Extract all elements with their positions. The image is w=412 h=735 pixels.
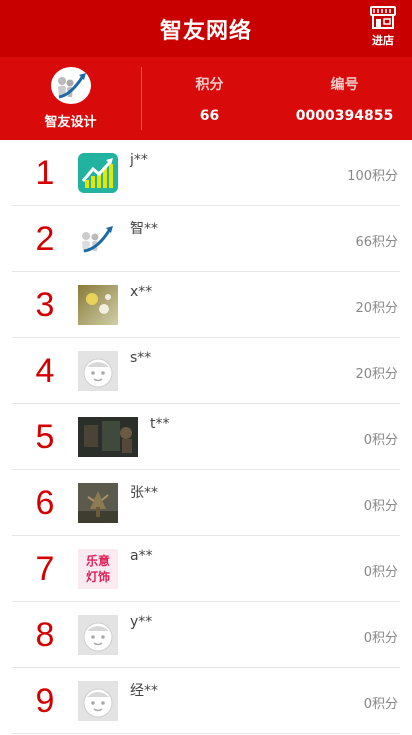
id-label: 编号 bbox=[330, 76, 359, 93]
user-name: y** bbox=[130, 614, 153, 630]
user-points: 66积分 bbox=[355, 235, 398, 250]
default-avatar bbox=[78, 614, 118, 655]
points-stat: 积分 66 bbox=[142, 57, 277, 140]
user-name: a** bbox=[130, 548, 153, 564]
default-avatar bbox=[78, 350, 118, 391]
user-points: 0积分 bbox=[363, 631, 398, 646]
list-item[interactable]: 5 t** 0积分 bbox=[12, 404, 400, 470]
rank-number: 7 bbox=[35, 549, 55, 588]
user-name: 张** bbox=[130, 485, 158, 501]
points-value: 66 bbox=[199, 107, 220, 124]
user-points: 20积分 bbox=[355, 301, 398, 316]
user-name: x** bbox=[130, 284, 153, 300]
user-name: s** bbox=[130, 350, 152, 366]
user-points: 20积分 bbox=[355, 367, 398, 382]
points-label: 积分 bbox=[195, 76, 224, 93]
rank-number: 5 bbox=[35, 417, 55, 456]
list-item[interactable]: 2 智** 66积分 bbox=[12, 206, 400, 272]
flower-photo bbox=[78, 284, 118, 325]
shop-logo: 乐意灯饰 bbox=[78, 548, 118, 589]
app-header: 智友网络 进店 bbox=[0, 0, 412, 57]
user-name: j** bbox=[130, 152, 148, 168]
enter-shop-label: 进店 bbox=[372, 34, 394, 47]
page-title: 智友网络 bbox=[159, 18, 252, 44]
user-points: 100积分 bbox=[347, 169, 398, 184]
list-item[interactable]: 1 j** 100积分 bbox=[12, 140, 400, 206]
rank-number: 4 bbox=[35, 351, 55, 390]
id-stat: 编号 0000394855 bbox=[277, 57, 412, 140]
storefront-icon bbox=[370, 6, 396, 29]
user-points: 0积分 bbox=[363, 433, 398, 448]
shop-logo-text: 乐意灯饰 bbox=[85, 553, 110, 584]
user-points: 0积分 bbox=[363, 565, 398, 580]
user-points: 0积分 bbox=[363, 499, 398, 514]
enter-shop-button[interactable]: 进店 bbox=[366, 6, 400, 52]
list-item[interactable]: 4 s** 20积分 bbox=[12, 338, 400, 404]
user-points: 0积分 bbox=[363, 697, 398, 712]
rank-number: 6 bbox=[35, 483, 55, 522]
list-item[interactable]: 7 乐意灯饰 a** 0积分 bbox=[12, 536, 400, 602]
tree-photo bbox=[78, 482, 118, 523]
rank-number: 2 bbox=[35, 219, 55, 258]
list-item[interactable]: 9 经** 0积分 bbox=[12, 668, 400, 734]
rank-number: 9 bbox=[35, 681, 55, 720]
user-name: 智** bbox=[130, 221, 158, 237]
user-name: t** bbox=[150, 416, 170, 432]
dark-photo bbox=[78, 416, 138, 457]
profile-card[interactable]: 智友设计 bbox=[0, 67, 142, 130]
rank-number: 8 bbox=[35, 615, 55, 654]
rank-number: 1 bbox=[35, 153, 55, 192]
user-name: 经** bbox=[130, 683, 158, 699]
list-item[interactable]: 6 张** 0积分 bbox=[12, 470, 400, 536]
list-item[interactable]: 8 y** 0积分 bbox=[12, 602, 400, 668]
id-value: 0000394855 bbox=[295, 107, 394, 124]
green-chart-icon bbox=[78, 152, 118, 193]
list-item[interactable]: 3 x** 20积分 bbox=[12, 272, 400, 338]
avatar bbox=[50, 67, 91, 104]
ranking-list: 1 j** 100积分 2 智** 66积分 3 x** 20积分 4 s** … bbox=[0, 140, 412, 734]
profile-panel: 智友设计 积分 66 编号 0000394855 bbox=[0, 57, 412, 140]
figures-arrow-image bbox=[78, 218, 118, 259]
profile-name: 智友设计 bbox=[44, 115, 97, 130]
rank-number: 3 bbox=[35, 285, 55, 324]
default-avatar bbox=[78, 680, 118, 721]
